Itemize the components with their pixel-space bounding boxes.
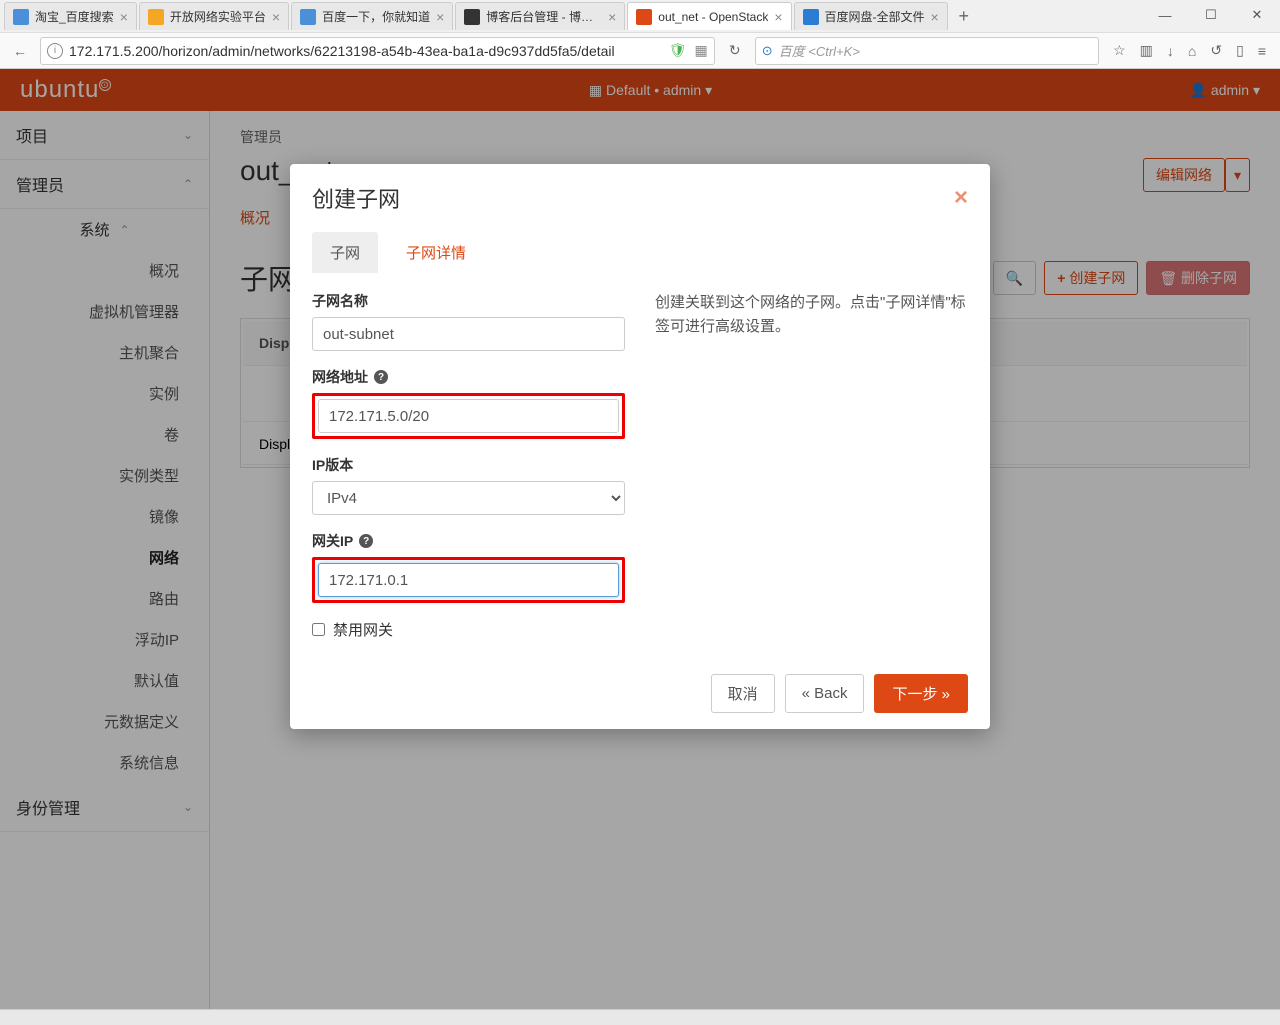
help-icon[interactable]: ? (359, 534, 373, 548)
browser-tab[interactable]: 百度网盘-全部文件 × (794, 2, 948, 30)
library-icon[interactable]: ▥ (1140, 42, 1153, 59)
qr-icon[interactable]: ▦ (695, 42, 708, 59)
ip-version-select[interactable]: IPv4 (312, 481, 625, 515)
favicon-icon (300, 9, 316, 25)
label-network-address: 网络地址? (312, 367, 625, 387)
horizontal-scrollbar[interactable] (0, 1009, 1280, 1025)
browser-tab-active[interactable]: out_net - OpenStack × (627, 2, 791, 30)
browser-tab[interactable]: 开放网络实验平台 × (139, 2, 289, 30)
label-subnet-name: 子网名称 (312, 291, 625, 311)
back-button-modal[interactable]: « Back (785, 674, 865, 713)
tab-title: 开放网络实验平台 (170, 8, 266, 25)
search-bar[interactable]: ⊙ 百度 <Ctrl+K> (755, 37, 1099, 65)
minimize-icon[interactable]: — (1142, 0, 1188, 30)
tab-title: 百度网盘-全部文件 (825, 8, 925, 25)
tab-close-icon[interactable]: × (774, 9, 782, 25)
tab-title: 博客后台管理 - 博客园 (486, 8, 602, 25)
search-placeholder: 百度 <Ctrl+K> (779, 41, 860, 60)
gateway-ip-input[interactable] (318, 563, 619, 597)
favicon-icon (803, 9, 819, 25)
modal-title: 创建子网 (312, 182, 400, 214)
url-input[interactable] (69, 43, 669, 59)
back-button[interactable]: ← (6, 37, 34, 65)
shield-icon[interactable]: 🛡 (669, 42, 687, 59)
label-gateway-ip: 网关IP? (312, 531, 625, 551)
label-ip-version: IP版本 (312, 455, 625, 475)
favicon-icon (13, 9, 29, 25)
browser-tab[interactable]: 博客后台管理 - 博客园 × (455, 2, 625, 30)
favicon-icon (636, 9, 652, 25)
network-address-input[interactable] (318, 399, 619, 433)
tab-close-icon[interactable]: × (436, 9, 444, 25)
menu-icon[interactable]: ≡ (1258, 43, 1266, 59)
search-engine-icon: ⊙ (762, 43, 773, 59)
close-icon[interactable]: ✕ (1234, 0, 1280, 30)
modal-help-text: 创建关联到这个网络的子网。点击"子网详情"标签可进行高级设置。 (655, 291, 968, 640)
tab-close-icon[interactable]: × (931, 9, 939, 25)
download-icon[interactable]: ↓ (1167, 43, 1174, 59)
window-controls: — ☐ ✕ (1142, 0, 1280, 30)
tab-title: 百度一下，你就知道 (322, 8, 430, 25)
new-tab-button[interactable]: + (950, 6, 978, 27)
cancel-button[interactable]: 取消 (711, 674, 775, 713)
modal-close-icon[interactable]: × (954, 184, 968, 212)
tab-close-icon[interactable]: × (608, 9, 616, 25)
sync-icon[interactable]: ↺ (1210, 42, 1222, 59)
url-bar[interactable]: i 🛡 ▦ (40, 37, 715, 65)
sidebar-icon[interactable]: ▯ (1236, 42, 1244, 59)
highlight-network-address (312, 393, 625, 439)
modal-tab-detail[interactable]: 子网详情 (388, 232, 484, 273)
subnet-name-input[interactable] (312, 317, 625, 351)
tab-title: 淘宝_百度搜索 (35, 8, 114, 25)
next-button[interactable]: 下一步 » (874, 674, 968, 713)
browser-tab[interactable]: 百度一下，你就知道 × (291, 2, 453, 30)
tab-close-icon[interactable]: × (272, 9, 280, 25)
tab-close-icon[interactable]: × (120, 9, 128, 25)
browser-tabs: 淘宝_百度搜索 × 开放网络实验平台 × 百度一下，你就知道 × 博客后台管理 - 博… (0, 0, 1280, 32)
home-icon[interactable]: ⌂ (1188, 43, 1196, 59)
modal-tab-subnet[interactable]: 子网 (312, 232, 378, 273)
help-icon[interactable]: ? (374, 370, 388, 384)
maximize-icon[interactable]: ☐ (1188, 0, 1234, 30)
favicon-icon (464, 9, 480, 25)
info-icon[interactable]: i (47, 43, 63, 59)
create-subnet-modal: 创建子网 × 子网 子网详情 子网名称 网络地址? IP版本 (290, 164, 990, 729)
browser-tab[interactable]: 淘宝_百度搜索 × (4, 2, 137, 30)
tab-title: out_net - OpenStack (658, 10, 768, 24)
label-disable-gateway: 禁用网关 (333, 619, 393, 640)
favicon-icon (148, 9, 164, 25)
disable-gateway-checkbox[interactable] (312, 623, 325, 636)
highlight-gateway-ip (312, 557, 625, 603)
reload-button[interactable]: ↻ (721, 37, 749, 65)
bookmark-icon[interactable]: ☆ (1113, 42, 1126, 59)
